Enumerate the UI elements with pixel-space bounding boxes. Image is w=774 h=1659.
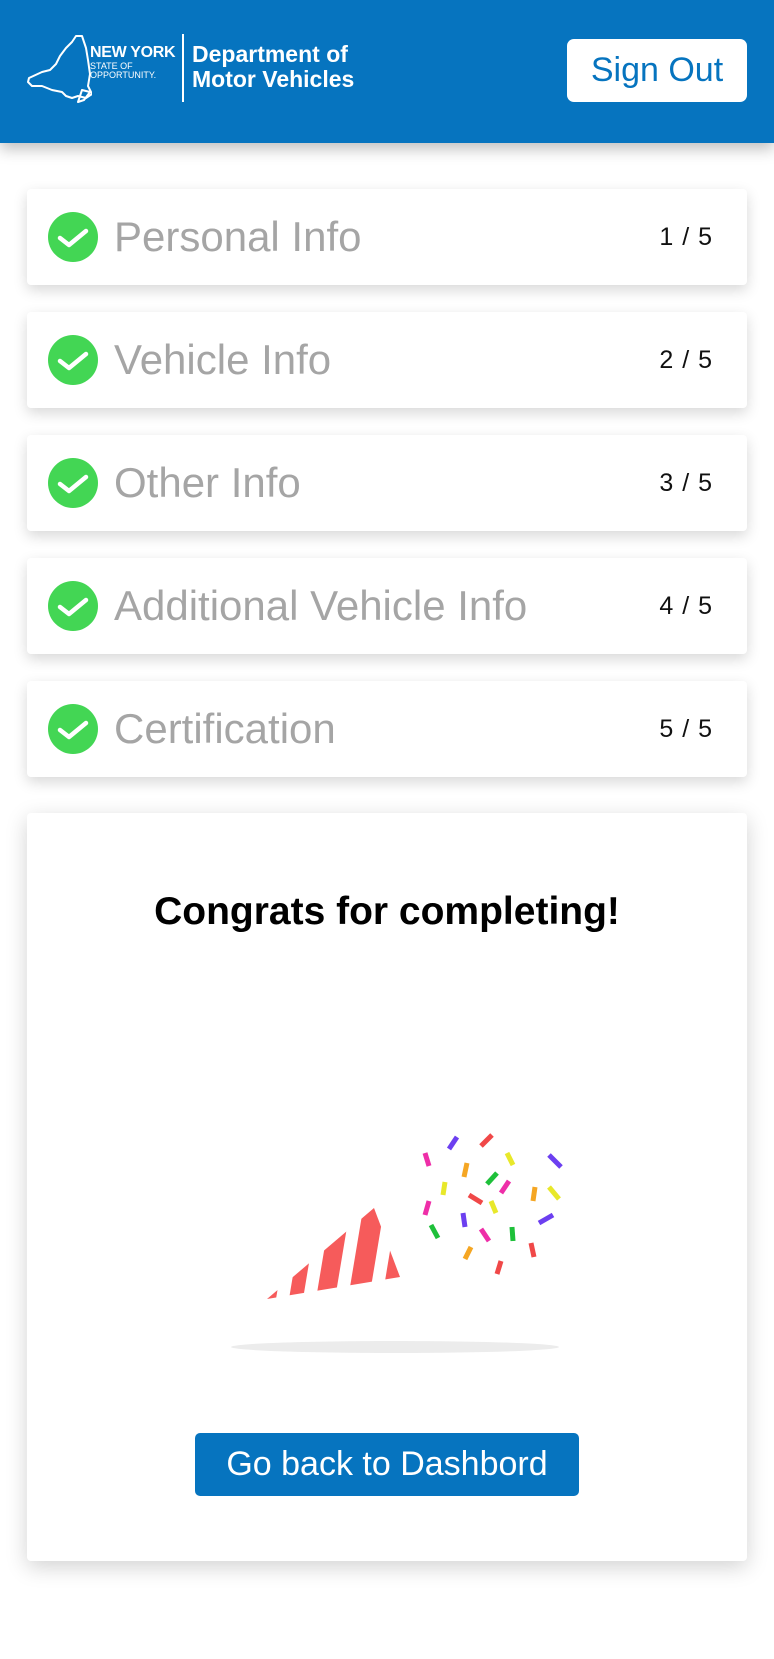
logo-dept-line1: Department of bbox=[192, 41, 348, 67]
sign-out-button[interactable]: Sign Out bbox=[567, 39, 747, 102]
logo-dept-line2: Motor Vehicles bbox=[192, 66, 355, 92]
party-popper-icon bbox=[231, 1133, 563, 1353]
check-circle-icon bbox=[48, 581, 98, 631]
step-label: Additional Vehicle Info bbox=[114, 582, 528, 629]
step-count: 4 / 5 bbox=[659, 591, 713, 620]
step-label: Personal Info bbox=[114, 213, 362, 260]
logo-tagline-line2: OPPORTUNITY. bbox=[90, 70, 157, 80]
step-label: Certification bbox=[114, 705, 336, 752]
check-circle-icon bbox=[48, 212, 98, 262]
step-other-info[interactable]: Other Info 3 / 5 bbox=[27, 435, 747, 531]
step-personal-info[interactable]: Personal Info 1 / 5 bbox=[27, 189, 747, 285]
step-count: 3 / 5 bbox=[659, 468, 713, 497]
logo-department-name: Department of Motor Vehicles bbox=[192, 42, 354, 92]
app-header: NEW YORK STATE OF OPPORTUNITY. Departmen… bbox=[0, 0, 774, 143]
step-label: Other Info bbox=[114, 459, 301, 506]
step-certification[interactable]: Certification 5 / 5 bbox=[27, 681, 747, 777]
logo-state-name: NEW YORK bbox=[90, 44, 176, 61]
step-count: 2 / 5 bbox=[659, 345, 713, 374]
check-circle-icon bbox=[48, 458, 98, 508]
step-additional-vehicle-info[interactable]: Additional Vehicle Info 4 / 5 bbox=[27, 558, 747, 654]
completion-title: Congrats for completing! bbox=[154, 890, 620, 933]
check-circle-icon bbox=[48, 704, 98, 754]
logo-tagline: STATE OF OPPORTUNITY. bbox=[90, 62, 156, 80]
new-york-state-map-icon bbox=[27, 35, 92, 103]
nys-dmv-logo[interactable]: NEW YORK STATE OF OPPORTUNITY. Departmen… bbox=[26, 34, 371, 104]
logo-divider bbox=[182, 34, 184, 102]
step-vehicle-info[interactable]: Vehicle Info 2 / 5 bbox=[27, 312, 747, 408]
completion-card: Congrats for completing! Go back to Dash… bbox=[27, 813, 747, 1561]
step-count: 5 / 5 bbox=[659, 714, 713, 743]
step-count: 1 / 5 bbox=[659, 222, 713, 251]
check-circle-icon bbox=[48, 335, 98, 385]
back-to-dashboard-button[interactable]: Go back to Dashbord bbox=[195, 1433, 579, 1496]
step-label: Vehicle Info bbox=[114, 336, 332, 383]
